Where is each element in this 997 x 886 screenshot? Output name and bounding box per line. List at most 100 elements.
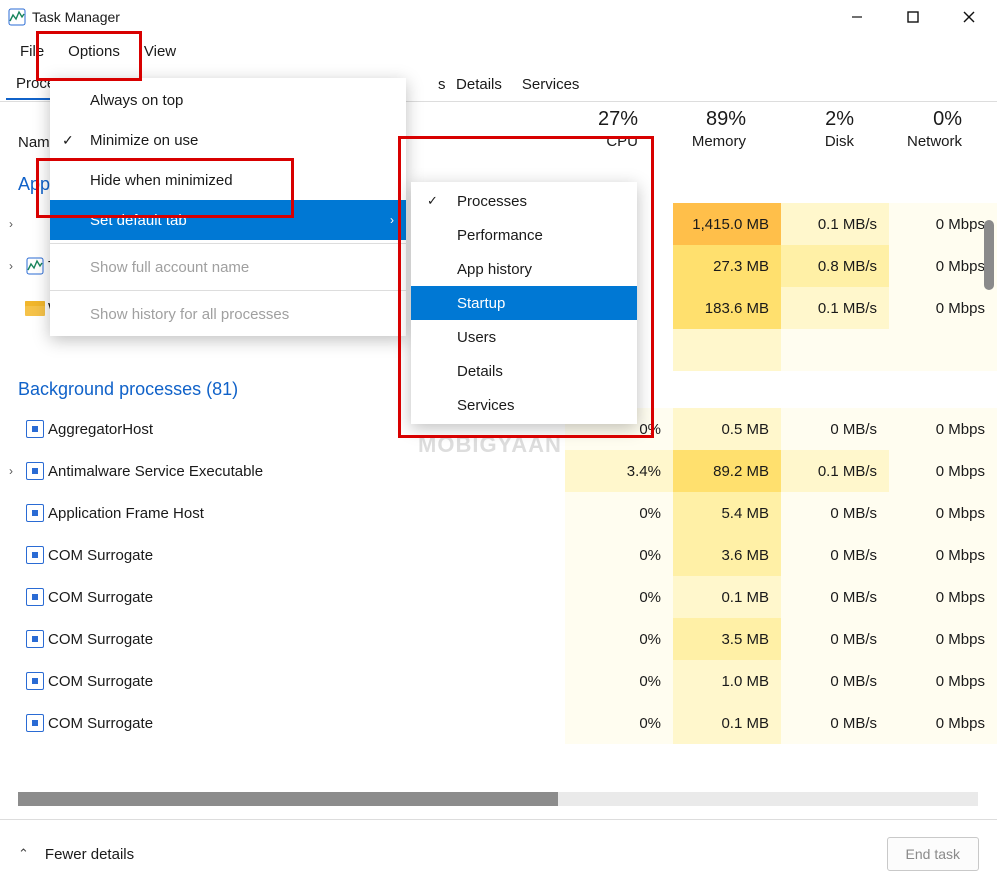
option-label: Show history for all processes — [90, 306, 289, 323]
check-icon: ✓ — [62, 132, 74, 149]
process-row[interactable]: COM Surrogate 0% 3.6 MB 0 MB/s 0 Mbps — [0, 534, 997, 576]
submenu-startup[interactable]: Startup — [411, 286, 637, 320]
disk-cell: 0 MB/s — [781, 492, 889, 534]
option-minimize-on-use[interactable]: ✓ Minimize on use — [50, 120, 406, 160]
network-cell: 0 Mbps — [889, 245, 997, 287]
footer: ⌃ Fewer details End task — [0, 822, 997, 886]
minimize-button[interactable] — [829, 0, 885, 34]
menu-view[interactable]: View — [132, 37, 188, 66]
window-control-buttons — [829, 0, 997, 34]
process-name: COM Surrogate — [48, 673, 565, 690]
memory-cell: 0.5 MB — [673, 408, 781, 450]
option-hide-when-minimized[interactable]: Hide when minimized — [50, 160, 406, 200]
process-name: COM Surrogate — [48, 547, 565, 564]
memory-cell: 0.1 MB — [673, 702, 781, 744]
process-row[interactable]: Application Frame Host 0% 5.4 MB 0 MB/s … — [0, 492, 997, 534]
column-header-disk[interactable]: 2% Disk — [754, 108, 854, 150]
option-label: Always on top — [90, 92, 183, 109]
horizontal-scrollbar[interactable] — [18, 792, 978, 806]
option-label: Set default tab — [90, 212, 187, 229]
disk-usage-percent: 2% — [754, 108, 854, 131]
horizontal-scroll-thumb[interactable] — [18, 792, 558, 806]
tab-truncated-suffix: s — [436, 70, 446, 99]
cpu-cell: 0% — [565, 702, 673, 744]
column-header-network[interactable]: 0% Network — [862, 108, 962, 150]
process-row[interactable]: COM Surrogate 0% 0.1 MB 0 MB/s 0 Mbps — [0, 576, 997, 618]
option-label: Minimize on use — [90, 132, 198, 149]
column-header-cpu[interactable]: 27% CPU — [538, 108, 638, 150]
menu-file[interactable]: File — [8, 37, 56, 66]
footer-separator — [0, 819, 997, 820]
disk-cell: 0 MB/s — [781, 576, 889, 618]
submenu-app-history[interactable]: App history — [411, 252, 637, 286]
cpu-label: CPU — [538, 133, 638, 150]
option-label: Hide when minimized — [90, 172, 233, 189]
option-show-history: Show history for all processes — [50, 294, 406, 334]
process-name: COM Surrogate — [48, 589, 565, 606]
process-icon — [22, 546, 48, 564]
memory-cell: 1,415.0 MB — [673, 203, 781, 245]
task-manager-app-icon — [8, 8, 26, 26]
submenu-label: Services — [457, 397, 515, 414]
end-task-button[interactable]: End task — [887, 837, 979, 871]
default-tab-submenu: ✓ Processes Performance App history Star… — [411, 182, 637, 424]
disk-cell: 0 MB/s — [781, 702, 889, 744]
process-name: Antimalware Service Executable — [48, 463, 565, 480]
fewer-details-link[interactable]: Fewer details — [45, 846, 134, 863]
memory-cell: 3.6 MB — [673, 534, 781, 576]
window-title: Task Manager — [32, 9, 120, 25]
expand-chevron-icon[interactable]: › — [0, 464, 22, 478]
disk-cell: 0 MB/s — [781, 534, 889, 576]
cpu-cell: 0% — [565, 618, 673, 660]
expand-chevron-icon[interactable]: › — [0, 259, 22, 273]
submenu-label: Users — [457, 329, 496, 346]
network-cell: 0 Mbps — [889, 203, 997, 245]
menu-separator — [50, 290, 406, 291]
network-usage-percent: 0% — [862, 108, 962, 131]
memory-cell: 5.4 MB — [673, 492, 781, 534]
submenu-performance[interactable]: Performance — [411, 218, 637, 252]
menubar: File Options View — [0, 34, 997, 68]
maximize-button[interactable] — [885, 0, 941, 34]
expand-chevron-icon[interactable]: › — [0, 217, 22, 231]
submenu-arrow-icon: › — [390, 213, 394, 227]
memory-label: Memory — [646, 133, 746, 150]
process-row[interactable]: COM Surrogate 0% 0.1 MB 0 MB/s 0 Mbps — [0, 702, 997, 744]
submenu-processes[interactable]: ✓ Processes — [411, 184, 637, 218]
process-icon — [22, 630, 48, 648]
folder-icon — [22, 301, 48, 316]
option-set-default-tab[interactable]: Set default tab › — [50, 200, 406, 240]
option-always-on-top[interactable]: Always on top — [50, 80, 406, 120]
column-header-memory[interactable]: 89% Memory — [646, 108, 746, 150]
process-row[interactable]: COM Surrogate 0% 3.5 MB 0 MB/s 0 Mbps — [0, 618, 997, 660]
submenu-services[interactable]: Services — [411, 388, 637, 422]
tab-services[interactable]: Services — [512, 70, 590, 99]
disk-cell: 0.1 MB/s — [781, 203, 889, 245]
close-button[interactable] — [941, 0, 997, 34]
cpu-cell: 3.4% — [565, 450, 673, 492]
vertical-scroll-thumb[interactable] — [984, 220, 994, 290]
disk-label: Disk — [754, 133, 854, 150]
disk-cell: 0 MB/s — [781, 618, 889, 660]
menu-separator — [50, 243, 406, 244]
disk-cell: 0.8 MB/s — [781, 245, 889, 287]
submenu-users[interactable]: Users — [411, 320, 637, 354]
tab-details[interactable]: Details — [446, 70, 512, 99]
memory-usage-percent: 89% — [646, 108, 746, 131]
network-label: Network — [862, 133, 962, 150]
process-row[interactable]: COM Surrogate 0% 1.0 MB 0 MB/s 0 Mbps — [0, 660, 997, 702]
memory-cell: 3.5 MB — [673, 618, 781, 660]
menu-options[interactable]: Options — [56, 37, 132, 66]
chevron-up-icon[interactable]: ⌃ — [18, 846, 29, 862]
process-icon — [22, 462, 48, 480]
submenu-details[interactable]: Details — [411, 354, 637, 388]
network-cell: 0 Mbps — [889, 534, 997, 576]
memory-cell: 89.2 MB — [673, 450, 781, 492]
network-cell: 0 Mbps — [889, 618, 997, 660]
network-cell: 0 Mbps — [889, 576, 997, 618]
submenu-label: Performance — [457, 227, 543, 244]
process-icon — [22, 714, 48, 732]
cpu-usage-percent: 27% — [538, 108, 638, 131]
cpu-cell: 0% — [565, 492, 673, 534]
disk-cell: 0 MB/s — [781, 408, 889, 450]
